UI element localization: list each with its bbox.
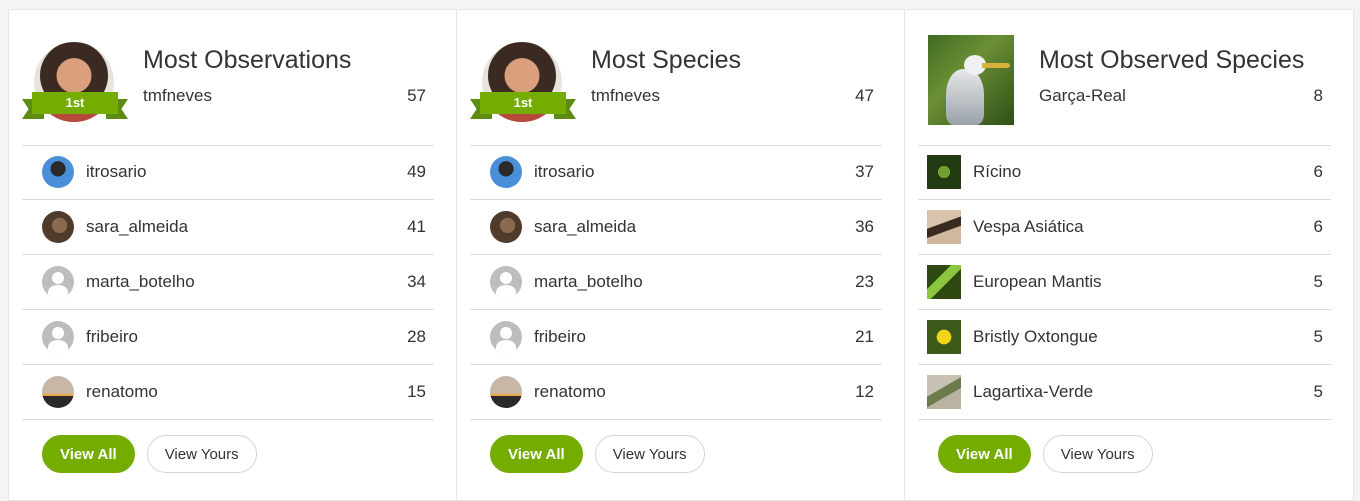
mantis-photo[interactable] xyxy=(927,265,961,299)
default-user-icon[interactable] xyxy=(42,266,74,298)
leaderboard-list: itrosario 49 sara_almeida 41 marta_botel… xyxy=(22,145,434,420)
count: 5 xyxy=(1313,327,1323,346)
avatar-itrosario[interactable] xyxy=(490,156,522,188)
leaderboard-list: Rícino 6 Vespa Asiática 6 European Manti… xyxy=(918,145,1331,420)
top-entry[interactable]: 1st Most Species tmfneves 47 xyxy=(470,10,882,146)
view-yours-button[interactable]: View Yours xyxy=(1042,435,1153,473)
list-item[interactable]: Vespa Asiática 6 xyxy=(918,200,1331,255)
list-item[interactable]: sara_almeida 36 xyxy=(470,200,882,255)
user-name[interactable]: itrosario xyxy=(86,162,146,182)
count: 12 xyxy=(855,382,874,401)
button-group: View All View Yours xyxy=(42,435,257,473)
panel-title: Most Observations xyxy=(143,46,352,74)
most-observed-species-panel: Most Observed Species Garça-Real 8 Rícin… xyxy=(905,10,1353,500)
first-place-ribbon: 1st xyxy=(470,92,576,120)
user-name[interactable]: renatomo xyxy=(86,382,158,402)
user-name[interactable]: fribeiro xyxy=(86,327,138,347)
list-item[interactable]: renatomo 15 xyxy=(22,365,434,420)
user-name[interactable]: itrosario xyxy=(534,162,594,182)
avatar-renatomo[interactable] xyxy=(42,376,74,408)
panel-title: Most Observed Species xyxy=(1039,46,1305,74)
count: 37 xyxy=(855,162,874,181)
view-all-button[interactable]: View All xyxy=(938,435,1031,473)
leaderboard-container: 1st Most Observations tmfneves 57 itrosa… xyxy=(8,9,1354,501)
species-name[interactable]: Rícino xyxy=(973,162,1021,182)
user-name[interactable]: sara_almeida xyxy=(86,217,188,237)
view-all-button[interactable]: View All xyxy=(490,435,583,473)
top-entry[interactable]: Most Observed Species Garça-Real 8 xyxy=(918,10,1331,146)
default-user-icon[interactable] xyxy=(42,321,74,353)
count: 21 xyxy=(855,327,874,346)
count: 36 xyxy=(855,217,874,236)
list-item[interactable]: marta_botelho 34 xyxy=(22,255,434,310)
vespa-photo[interactable] xyxy=(927,210,961,244)
view-yours-button[interactable]: View Yours xyxy=(594,435,705,473)
list-item[interactable]: fribeiro 28 xyxy=(22,310,434,365)
species-name[interactable]: Lagartixa-Verde xyxy=(973,382,1093,402)
panel-title: Most Species xyxy=(591,46,742,74)
count: 28 xyxy=(407,327,426,346)
top-count: 57 xyxy=(407,86,426,105)
default-user-icon[interactable] xyxy=(490,266,522,298)
user-name[interactable]: renatomo xyxy=(534,382,606,402)
oxtongue-photo[interactable] xyxy=(927,320,961,354)
list-item[interactable]: Bristly Oxtongue 5 xyxy=(918,310,1331,365)
avatar-renatomo[interactable] xyxy=(490,376,522,408)
user-name[interactable]: marta_botelho xyxy=(86,272,195,292)
button-group: View All View Yours xyxy=(938,435,1153,473)
view-all-button[interactable]: View All xyxy=(42,435,135,473)
first-place-badge: 1st xyxy=(32,92,118,114)
list-item[interactable]: Rícino 6 xyxy=(918,145,1331,200)
ricino-photo[interactable] xyxy=(927,155,961,189)
user-name[interactable]: sara_almeida xyxy=(534,217,636,237)
top-species-name[interactable]: Garça-Real xyxy=(1039,86,1126,106)
top-user-name[interactable]: tmfneves xyxy=(143,86,212,106)
most-species-panel: 1st Most Species tmfneves 47 itrosario 3… xyxy=(457,10,905,500)
count: 49 xyxy=(407,162,426,181)
leaderboard-list: itrosario 37 sara_almeida 36 marta_botel… xyxy=(470,145,882,420)
garca-real-photo[interactable] xyxy=(928,35,1014,125)
species-name[interactable]: Vespa Asiática xyxy=(973,217,1084,237)
count: 6 xyxy=(1313,217,1323,236)
avatar-sara-almeida[interactable] xyxy=(490,211,522,243)
first-place-ribbon: 1st xyxy=(22,92,128,120)
top-count: 47 xyxy=(855,86,874,105)
list-item[interactable]: itrosario 49 xyxy=(22,145,434,200)
count: 5 xyxy=(1313,382,1323,401)
list-item[interactable]: European Mantis 5 xyxy=(918,255,1331,310)
default-user-icon[interactable] xyxy=(490,321,522,353)
count: 6 xyxy=(1313,162,1323,181)
button-group: View All View Yours xyxy=(490,435,705,473)
avatar-itrosario[interactable] xyxy=(42,156,74,188)
avatar-sara-almeida[interactable] xyxy=(42,211,74,243)
first-place-badge: 1st xyxy=(480,92,566,114)
list-item[interactable]: marta_botelho 23 xyxy=(470,255,882,310)
top-user-name[interactable]: tmfneves xyxy=(591,86,660,106)
view-yours-button[interactable]: View Yours xyxy=(146,435,257,473)
list-item[interactable]: fribeiro 21 xyxy=(470,310,882,365)
count: 34 xyxy=(407,272,426,291)
user-name[interactable]: marta_botelho xyxy=(534,272,643,292)
top-entry[interactable]: 1st Most Observations tmfneves 57 xyxy=(22,10,434,146)
list-item[interactable]: Lagartixa-Verde 5 xyxy=(918,365,1331,420)
lagartixa-photo[interactable] xyxy=(927,375,961,409)
list-item[interactable]: renatomo 12 xyxy=(470,365,882,420)
most-observations-panel: 1st Most Observations tmfneves 57 itrosa… xyxy=(9,10,457,500)
count: 41 xyxy=(407,217,426,236)
count: 15 xyxy=(407,382,426,401)
species-name[interactable]: European Mantis xyxy=(973,272,1102,292)
top-count: 8 xyxy=(1313,86,1323,105)
count: 23 xyxy=(855,272,874,291)
list-item[interactable]: itrosario 37 xyxy=(470,145,882,200)
user-name[interactable]: fribeiro xyxy=(534,327,586,347)
species-name[interactable]: Bristly Oxtongue xyxy=(973,327,1098,347)
count: 5 xyxy=(1313,272,1323,291)
list-item[interactable]: sara_almeida 41 xyxy=(22,200,434,255)
